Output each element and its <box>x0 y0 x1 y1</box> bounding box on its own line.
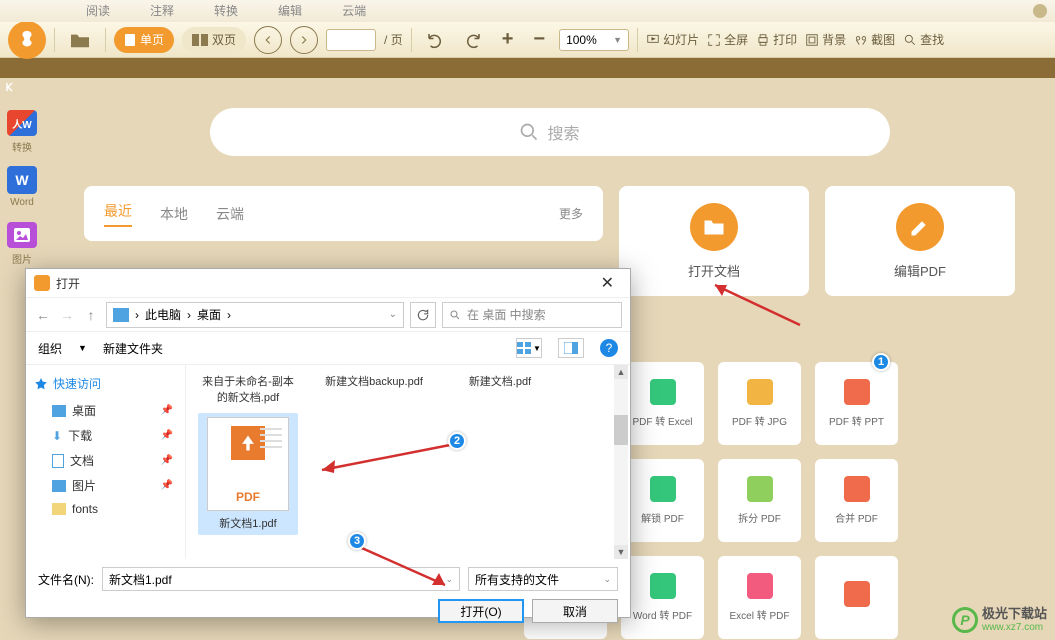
collapse-sidebar-icon[interactable] <box>4 80 18 94</box>
file-item-selected[interactable]: PDF 新文档1.pdf <box>198 413 298 535</box>
open-file-dialog: 打开 ✕ ← → ↑ ›此电脑›桌面› ⌄ 在 桌面 中搜索 组织 ▼ 新建文件夹… <box>25 268 631 618</box>
path-bar[interactable]: ›此电脑›桌面› ⌄ <box>106 302 404 328</box>
tab-read[interactable]: 阅读 <box>80 0 116 22</box>
refresh-button[interactable] <box>410 302 436 328</box>
tab-cloud[interactable]: 云端 <box>336 0 372 22</box>
app-logo[interactable] <box>8 21 46 59</box>
open-folder-button[interactable] <box>63 27 97 53</box>
open-doc-card[interactable]: 打开文档 <box>619 186 809 296</box>
dialog-bottom: 文件名(N): 新文档1.pdf⌄ 所有支持的文件⌄ 打开(O) 取消 <box>26 559 630 619</box>
background-button[interactable]: 背景 <box>805 31 846 48</box>
zoom-out-button[interactable]: − <box>527 27 551 53</box>
dialog-toolbar: 组织▼ 新建文件夹 ▼ ? <box>26 331 630 365</box>
toolbar: 单页 双页 / 页 + − 100%▼ 幻灯片 全屏 打印 背景 截图 查找 <box>0 22 1055 58</box>
close-button[interactable]: ✕ <box>593 273 622 293</box>
quick-access[interactable]: 快速访问 <box>34 375 177 392</box>
redo-button[interactable] <box>458 27 488 53</box>
search-placeholder: 搜索 <box>547 120 579 144</box>
watermark: P 极光下载站www.xz7.com <box>952 606 1047 634</box>
tool-merge-pdf[interactable]: 合并 PDF <box>815 459 898 542</box>
double-page-button[interactable]: 双页 <box>182 27 246 53</box>
tool-excel-to-pdf[interactable]: Excel 转 PDF <box>718 556 801 639</box>
tool-unlock-pdf[interactable]: 解锁 PDF <box>621 459 704 542</box>
nav-back-button[interactable] <box>254 26 282 54</box>
nav-up[interactable]: ↑ <box>82 306 100 324</box>
side-word[interactable]: WWord <box>6 166 38 210</box>
tool-split-pdf[interactable]: 拆分 PDF <box>718 459 801 542</box>
scroll-down[interactable]: ▼ <box>614 545 628 559</box>
preview-pane-button[interactable] <box>558 338 584 358</box>
undo-button[interactable] <box>420 27 450 53</box>
side-fonts[interactable]: fonts <box>34 498 177 520</box>
dialog-titlebar: 打开 ✕ <box>26 269 630 297</box>
menu-tabs: 阅读 注释 转换 编辑 云端 <box>0 0 1055 22</box>
tool-pdf-to-ppt[interactable]: PDF 转 PPT <box>815 362 898 445</box>
dialog-icon <box>34 275 50 291</box>
zoom-level-select[interactable]: 100%▼ <box>559 29 629 51</box>
organize-menu[interactable]: 组织 <box>38 340 62 357</box>
dialog-nav: ← → ↑ ›此电脑›桌面› ⌄ 在 桌面 中搜索 <box>26 297 630 331</box>
nav-back[interactable]: ← <box>34 306 52 324</box>
tab-convert[interactable]: 转换 <box>208 0 244 22</box>
tool-pdf-to-jpg[interactable]: PDF 转 JPG <box>718 362 801 445</box>
cancel-button[interactable]: 取消 <box>532 599 618 623</box>
page-suffix: / 页 <box>384 31 403 48</box>
tab-local[interactable]: 本地 <box>160 204 188 224</box>
screenshot-button[interactable]: 截图 <box>854 31 895 48</box>
edit-pdf-card[interactable]: 编辑PDF <box>825 186 1015 296</box>
more-link[interactable]: 更多 <box>559 205 583 222</box>
dialog-title: 打开 <box>56 275 80 292</box>
tool-word-to-pdf[interactable]: Word 转 PDF <box>621 556 704 639</box>
file-list: 来自于未命名-副本的新文档.pdf 新建文档backup.pdf 新建文档.pd… <box>186 365 630 559</box>
search-icon <box>519 122 539 142</box>
tab-edit[interactable]: 编辑 <box>272 0 308 22</box>
pc-icon <box>113 308 129 322</box>
folder-icon <box>690 203 738 251</box>
find-button[interactable]: 查找 <box>903 31 944 48</box>
side-convert[interactable]: 人W转换 <box>6 110 38 154</box>
pencil-icon <box>896 203 944 251</box>
view-mode-button[interactable]: ▼ <box>516 338 542 358</box>
scrollbar[interactable]: ▲ ▼ <box>614 365 628 559</box>
nav-fwd[interactable]: → <box>58 306 76 324</box>
zoom-in-button[interactable]: + <box>496 27 520 53</box>
side-documents[interactable]: 文档📌 <box>34 448 177 473</box>
tab-cloud2[interactable]: 云端 <box>216 204 244 224</box>
tab-annot[interactable]: 注释 <box>144 0 180 22</box>
side-icons: 人W转换 WWord 图片 <box>6 110 38 266</box>
dialog-body: 快速访问 桌面📌 ⬇下载📌 文档📌 图片📌 fonts 来自于未命名-副本的新文… <box>26 365 630 559</box>
help-button[interactable]: ? <box>600 339 618 357</box>
fullscreen-button[interactable]: 全屏 <box>707 31 748 48</box>
dialog-search[interactable]: 在 桌面 中搜索 <box>442 302 622 328</box>
slideshow-button[interactable]: 幻灯片 <box>646 31 699 48</box>
recent-card: 最近 本地 云端 更多 <box>84 186 603 241</box>
file-item[interactable]: 新建文档backup.pdf <box>324 373 424 389</box>
filename-label: 文件名(N): <box>38 571 94 588</box>
search-bar[interactable]: 搜索 <box>210 108 890 156</box>
file-item[interactable]: 来自于未命名-副本的新文档.pdf <box>198 373 298 405</box>
file-item[interactable]: 新建文档.pdf <box>450 373 550 389</box>
page-number-input[interactable] <box>326 29 376 51</box>
brown-strip <box>0 58 1055 78</box>
tab-recent[interactable]: 最近 <box>104 201 132 227</box>
watermark-logo: P <box>952 607 978 633</box>
print-button[interactable]: 打印 <box>756 31 797 48</box>
user-icon[interactable] <box>1033 4 1047 18</box>
dialog-sidebar: 快速访问 桌面📌 ⬇下载📌 文档📌 图片📌 fonts <box>26 365 186 559</box>
filetype-select[interactable]: 所有支持的文件⌄ <box>468 567 618 591</box>
side-desktop[interactable]: 桌面📌 <box>34 398 177 423</box>
side-image[interactable]: 图片 <box>6 222 38 266</box>
scroll-thumb[interactable] <box>614 415 628 445</box>
single-page-button[interactable]: 单页 <box>114 27 174 53</box>
side-pictures[interactable]: 图片📌 <box>34 473 177 498</box>
open-button[interactable]: 打开(O) <box>438 599 524 623</box>
tool-pdf-to-excel[interactable]: PDF 转 Excel <box>621 362 704 445</box>
filename-input[interactable]: 新文档1.pdf⌄ <box>102 567 460 591</box>
new-folder-button[interactable]: 新建文件夹 <box>103 340 163 357</box>
scroll-up[interactable]: ▲ <box>614 365 628 379</box>
side-downloads[interactable]: ⬇下载📌 <box>34 423 177 448</box>
nav-forward-button[interactable] <box>290 26 318 54</box>
tool-extra[interactable] <box>815 556 898 639</box>
